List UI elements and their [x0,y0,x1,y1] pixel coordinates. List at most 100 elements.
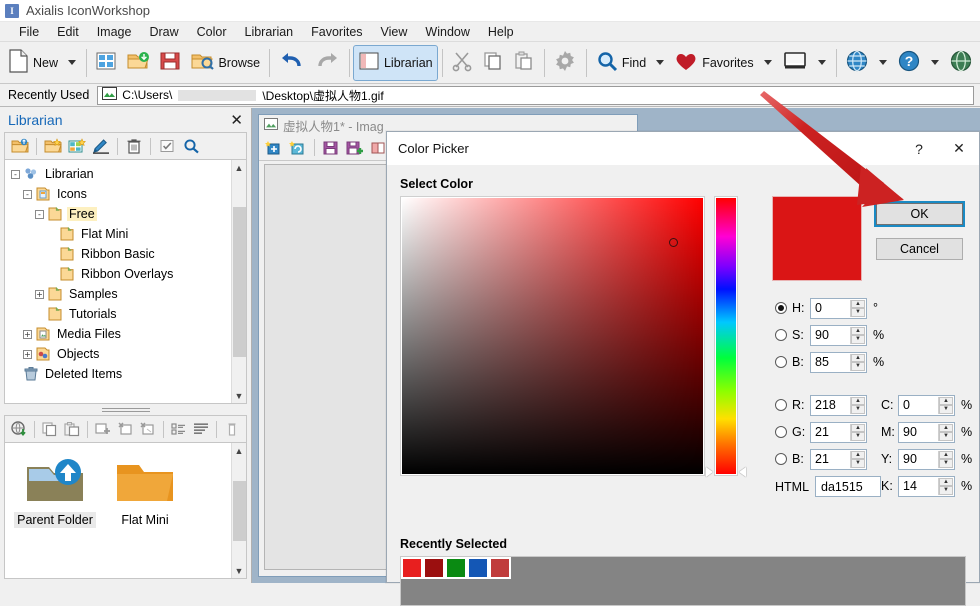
open-library-icon[interactable] [9,135,31,157]
menu-item-file[interactable]: File [10,23,48,41]
edit-icon[interactable] [90,135,112,157]
scrollbar-thumb[interactable] [233,207,246,357]
magenta-stepper[interactable]: ▲▼ [898,422,955,443]
blue-input[interactable] [811,451,849,468]
web-dropdown-button[interactable] [874,50,892,75]
new-dropdown-button[interactable] [63,50,81,75]
cancel-button[interactable]: Cancel [876,238,963,260]
cyan-input[interactable] [899,397,937,414]
green-radio[interactable] [775,426,787,438]
copy-button[interactable] [478,46,508,80]
spin-down-icon[interactable]: ▼ [939,459,953,468]
spin-down-icon[interactable]: ▼ [851,362,865,371]
tree-toggle-icon[interactable]: + [23,350,32,359]
recently-used-path-field[interactable]: C:\Users\\Desktop\虚拟人物1.gif [97,86,974,105]
yellow-input[interactable] [899,451,937,468]
tree-toggle-icon[interactable]: - [11,170,20,179]
new-library-icon[interactable] [42,135,64,157]
spin-down-icon[interactable]: ▼ [851,405,865,414]
export-image-icon[interactable] [138,418,158,440]
tree-toggle-icon[interactable]: - [23,190,32,199]
recent-swatch-3[interactable] [467,557,489,579]
delete-image-icon[interactable] [115,418,135,440]
menu-item-favorites[interactable]: Favorites [302,23,371,41]
recent-swatch-0[interactable] [401,557,423,579]
save-icon[interactable] [320,137,342,159]
tree-item-ribbon-overlays[interactable]: Ribbon Overlays [11,264,231,284]
spin-down-icon[interactable]: ▼ [939,405,953,414]
saturation-value-field[interactable] [400,196,705,476]
scrollbar-thumb[interactable] [233,481,246,541]
save-button[interactable] [155,46,185,80]
saturation-input[interactable] [811,327,849,344]
spin-up-icon[interactable]: ▲ [851,354,865,363]
browse-button[interactable]: Browse [186,46,264,80]
blue-stepper[interactable]: ▲▼ [810,449,867,470]
tree-item-objects[interactable]: +Objects [11,344,231,364]
scroll-down-icon[interactable]: ▼ [232,563,246,578]
magenta-input[interactable] [899,424,937,441]
redo-button[interactable] [310,46,344,80]
grid-scrollbar[interactable]: ▲ ▼ [231,443,246,578]
paste-icon[interactable] [62,418,82,440]
scroll-up-icon[interactable]: ▲ [232,160,246,175]
favorites-dropdown-button[interactable] [759,50,777,75]
search-icon[interactable] [180,135,202,157]
spin-down-icon[interactable]: ▼ [939,432,953,441]
tree-item-tutorials[interactable]: Tutorials [11,304,231,324]
recent-swatch-4[interactable] [489,557,511,579]
saturation-radio[interactable] [775,329,787,341]
scroll-down-icon[interactable]: ▼ [232,388,246,403]
recent-swatch-1[interactable] [423,557,445,579]
web-update-button[interactable] [945,46,977,80]
brightness-input[interactable] [811,354,849,371]
red-radio[interactable] [775,399,787,411]
refresh-icon[interactable] [287,137,309,159]
spin-up-icon[interactable]: ▲ [939,478,953,487]
delete-icon[interactable] [123,135,145,157]
spin-up-icon[interactable]: ▲ [851,424,865,433]
copy-icon[interactable] [40,418,60,440]
tree-item-flat-mini[interactable]: Flat Mini [11,224,231,244]
menu-item-image[interactable]: Image [88,23,141,41]
html-color-field[interactable]: da1515 [815,476,881,497]
add-image-icon[interactable] [93,418,113,440]
tree-toggle-icon[interactable]: + [35,290,44,299]
spin-down-icon[interactable]: ▼ [851,308,865,317]
web-button[interactable] [841,46,873,80]
paste-button[interactable] [509,46,539,80]
spin-up-icon[interactable]: ▲ [939,397,953,406]
black-input[interactable] [899,478,937,495]
grid-item-flat-mini[interactable]: Flat Mini [103,457,187,578]
list-icon[interactable] [191,418,211,440]
spin-up-icon[interactable]: ▲ [851,327,865,336]
display-dropdown-button[interactable] [813,50,831,75]
menu-item-window[interactable]: Window [416,23,478,41]
close-icon[interactable]: ✕ [939,132,979,165]
globe-download-icon[interactable] [9,418,29,440]
green-input[interactable] [811,424,849,441]
blue-radio[interactable] [775,453,787,465]
spin-up-icon[interactable]: ▲ [851,300,865,309]
cyan-stepper[interactable]: ▲▼ [898,395,955,416]
tree-item-librarian[interactable]: -Librarian [11,164,231,184]
help-icon[interactable]: ? [899,132,939,165]
black-stepper[interactable]: ▲▼ [898,476,955,497]
import-icon[interactable] [263,137,285,159]
hue-stepper[interactable]: ▲▼ [810,298,867,319]
menu-item-color[interactable]: Color [188,23,236,41]
menu-item-librarian[interactable]: Librarian [236,23,303,41]
trash-icon[interactable] [222,418,242,440]
save-as-icon[interactable] [344,137,366,159]
tree-toggle-icon[interactable]: - [35,210,44,219]
undo-button[interactable] [275,46,309,80]
tree-item-free[interactable]: -Free [11,204,231,224]
close-icon[interactable]: ✕ [230,113,243,128]
tree-item-media-files[interactable]: +Media Files [11,324,231,344]
help-dropdown-button[interactable] [926,50,944,75]
favorites-button[interactable]: Favorites [670,46,757,80]
open-button[interactable] [122,46,154,80]
tree-item-samples[interactable]: +Samples [11,284,231,304]
hue-radio[interactable] [775,302,787,314]
yellow-stepper[interactable]: ▲▼ [898,449,955,470]
